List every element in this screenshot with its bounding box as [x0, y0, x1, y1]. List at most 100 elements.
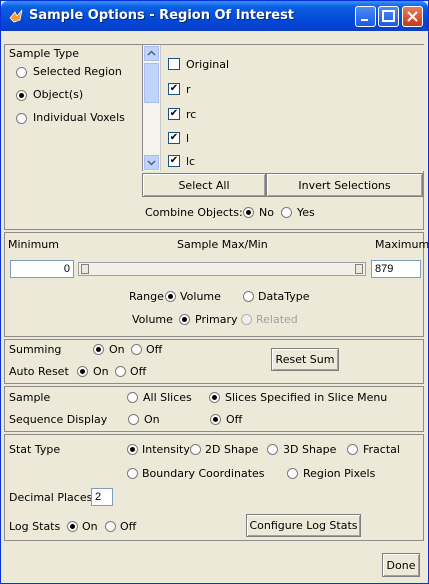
radio-auto-reset-off[interactable]	[115, 366, 126, 377]
objects-label: Object(s)	[33, 88, 84, 101]
range-mode-label: Range	[129, 290, 164, 303]
range-slider-max-handle[interactable]	[355, 264, 363, 274]
sequence-on-label: On	[144, 413, 160, 426]
all-slices-label: All Slices	[143, 391, 192, 404]
chevron-down-icon	[147, 160, 156, 166]
close-icon	[407, 11, 418, 22]
radio-sequence-off[interactable]	[210, 414, 221, 425]
close-button[interactable]	[402, 6, 423, 27]
sequence-display-label: Sequence Display	[9, 413, 108, 426]
object-checkbox-lc[interactable]: ✔	[168, 155, 180, 167]
reset-sum-button[interactable]: Reset Sum	[271, 348, 339, 371]
object-label-r: r	[186, 83, 191, 96]
title-bar[interactable]: Sample Options - Region Of Interest	[1, 1, 428, 31]
stat-2d-shape-label: 2D Shape	[205, 443, 259, 456]
range-slider-min-handle[interactable]	[81, 264, 89, 274]
radio-range-volume[interactable]	[165, 291, 176, 302]
auto-reset-on-label: On	[93, 365, 109, 378]
minimum-label: Minimum	[8, 238, 59, 251]
radio-stat-fractal[interactable]	[347, 444, 358, 455]
stat-type-label: Stat Type	[9, 443, 61, 456]
radio-log-stats-off[interactable]	[105, 521, 116, 532]
radio-objects[interactable]	[16, 90, 27, 101]
minimize-icon	[361, 19, 368, 21]
radio-volume-primary[interactable]	[179, 314, 190, 325]
range-title: Sample Max/Min	[177, 238, 268, 251]
scroll-down-button[interactable]	[144, 155, 159, 170]
log-stats-off-label: Off	[120, 520, 137, 533]
range-datatype-label: DataType	[258, 290, 310, 303]
object-checkbox-l[interactable]: ✔	[168, 132, 180, 144]
maximum-label: Maximum	[375, 238, 429, 251]
decimal-places-label: Decimal Places	[9, 491, 93, 504]
decimal-places-input[interactable]	[91, 488, 113, 506]
radio-range-datatype[interactable]	[243, 291, 254, 302]
auto-reset-label: Auto Reset	[9, 365, 69, 378]
stat-3d-shape-label: 3D Shape	[283, 443, 337, 456]
radio-slices-specified[interactable]	[209, 392, 220, 403]
invert-selections-button[interactable]: Invert Selections	[266, 173, 423, 197]
range-slider[interactable]	[78, 262, 366, 276]
volume-primary-label: Primary	[195, 313, 238, 326]
window-title: Sample Options - Region Of Interest	[29, 8, 295, 23]
stat-intensity-label: Intensity	[142, 443, 190, 456]
radio-selected-region[interactable]	[16, 67, 27, 78]
sequence-off-label: Off	[226, 413, 243, 426]
object-list: Original ✔ r ✔ rc ✔ l ✔ lc	[142, 45, 424, 171]
maximum-input[interactable]	[371, 260, 421, 278]
radio-sequence-on[interactable]	[128, 414, 139, 425]
object-label-original: Original	[186, 58, 230, 71]
radio-stat-2d-shape[interactable]	[190, 444, 201, 455]
app-icon	[9, 9, 23, 23]
scroll-up-button[interactable]	[144, 46, 159, 61]
radio-all-slices[interactable]	[127, 392, 138, 403]
radio-volume-related	[241, 314, 252, 325]
radio-auto-reset-on[interactable]	[77, 366, 88, 377]
object-label-lc: lc	[186, 155, 196, 168]
sample-type-panel: Sample Type Selected Region Object(s) In…	[4, 44, 424, 230]
minimize-button[interactable]	[355, 6, 376, 27]
object-label-rc: rc	[186, 108, 197, 121]
individual-voxels-label: Individual Voxels	[33, 111, 125, 124]
radio-summing-off[interactable]	[131, 344, 142, 355]
object-checkbox-rc[interactable]: ✔	[168, 108, 180, 120]
object-list-scrollbar[interactable]	[143, 45, 161, 171]
range-volume-label: Volume	[180, 290, 221, 303]
summing-panel: Summing On Off Auto Reset On Off Reset S…	[4, 339, 424, 384]
done-button[interactable]: Done	[382, 553, 420, 577]
summing-label: Summing	[9, 343, 62, 356]
sample-label: Sample	[9, 391, 51, 404]
sample-panel: Sample All Slices Slices Specified in Sl…	[4, 386, 424, 432]
radio-individual-voxels[interactable]	[16, 113, 27, 124]
radio-summing-on[interactable]	[93, 344, 104, 355]
radio-stat-boundary-coordinates[interactable]	[127, 468, 138, 479]
combine-yes-label: Yes	[297, 206, 315, 219]
selected-region-label: Selected Region	[33, 65, 122, 78]
volume-related-label: Related	[256, 313, 298, 326]
stat-boundary-coordinates-label: Boundary Coordinates	[142, 467, 265, 480]
radio-stat-3d-shape[interactable]	[267, 444, 278, 455]
summing-on-label: On	[109, 343, 125, 356]
object-label-l: l	[186, 132, 190, 145]
radio-stat-region-pixels[interactable]	[287, 468, 298, 479]
object-checkbox-original[interactable]	[168, 58, 180, 70]
log-stats-on-label: On	[82, 520, 98, 533]
radio-log-stats-on[interactable]	[67, 521, 78, 532]
scroll-thumb[interactable]	[144, 63, 159, 103]
range-panel: Minimum Sample Max/Min Maximum Range Vol…	[4, 232, 429, 337]
summing-off-label: Off	[146, 343, 163, 356]
radio-combine-yes[interactable]	[281, 207, 292, 218]
slices-specified-label: Slices Specified in Slice Menu	[225, 391, 388, 404]
chevron-up-icon	[147, 50, 156, 56]
maximize-icon	[382, 10, 395, 22]
select-all-button[interactable]: Select All	[142, 173, 266, 197]
configure-log-stats-button[interactable]: Configure Log Stats	[246, 514, 361, 537]
radio-stat-intensity[interactable]	[127, 444, 138, 455]
minimum-input[interactable]	[10, 260, 74, 278]
maximize-button[interactable]	[378, 6, 399, 27]
stat-region-pixels-label: Region Pixels	[303, 467, 376, 480]
object-checkbox-r[interactable]: ✔	[168, 83, 180, 95]
combine-no-label: No	[259, 206, 274, 219]
radio-combine-no[interactable]	[243, 207, 254, 218]
sample-options-window: Sample Options - Region Of Interest Samp…	[0, 0, 429, 584]
